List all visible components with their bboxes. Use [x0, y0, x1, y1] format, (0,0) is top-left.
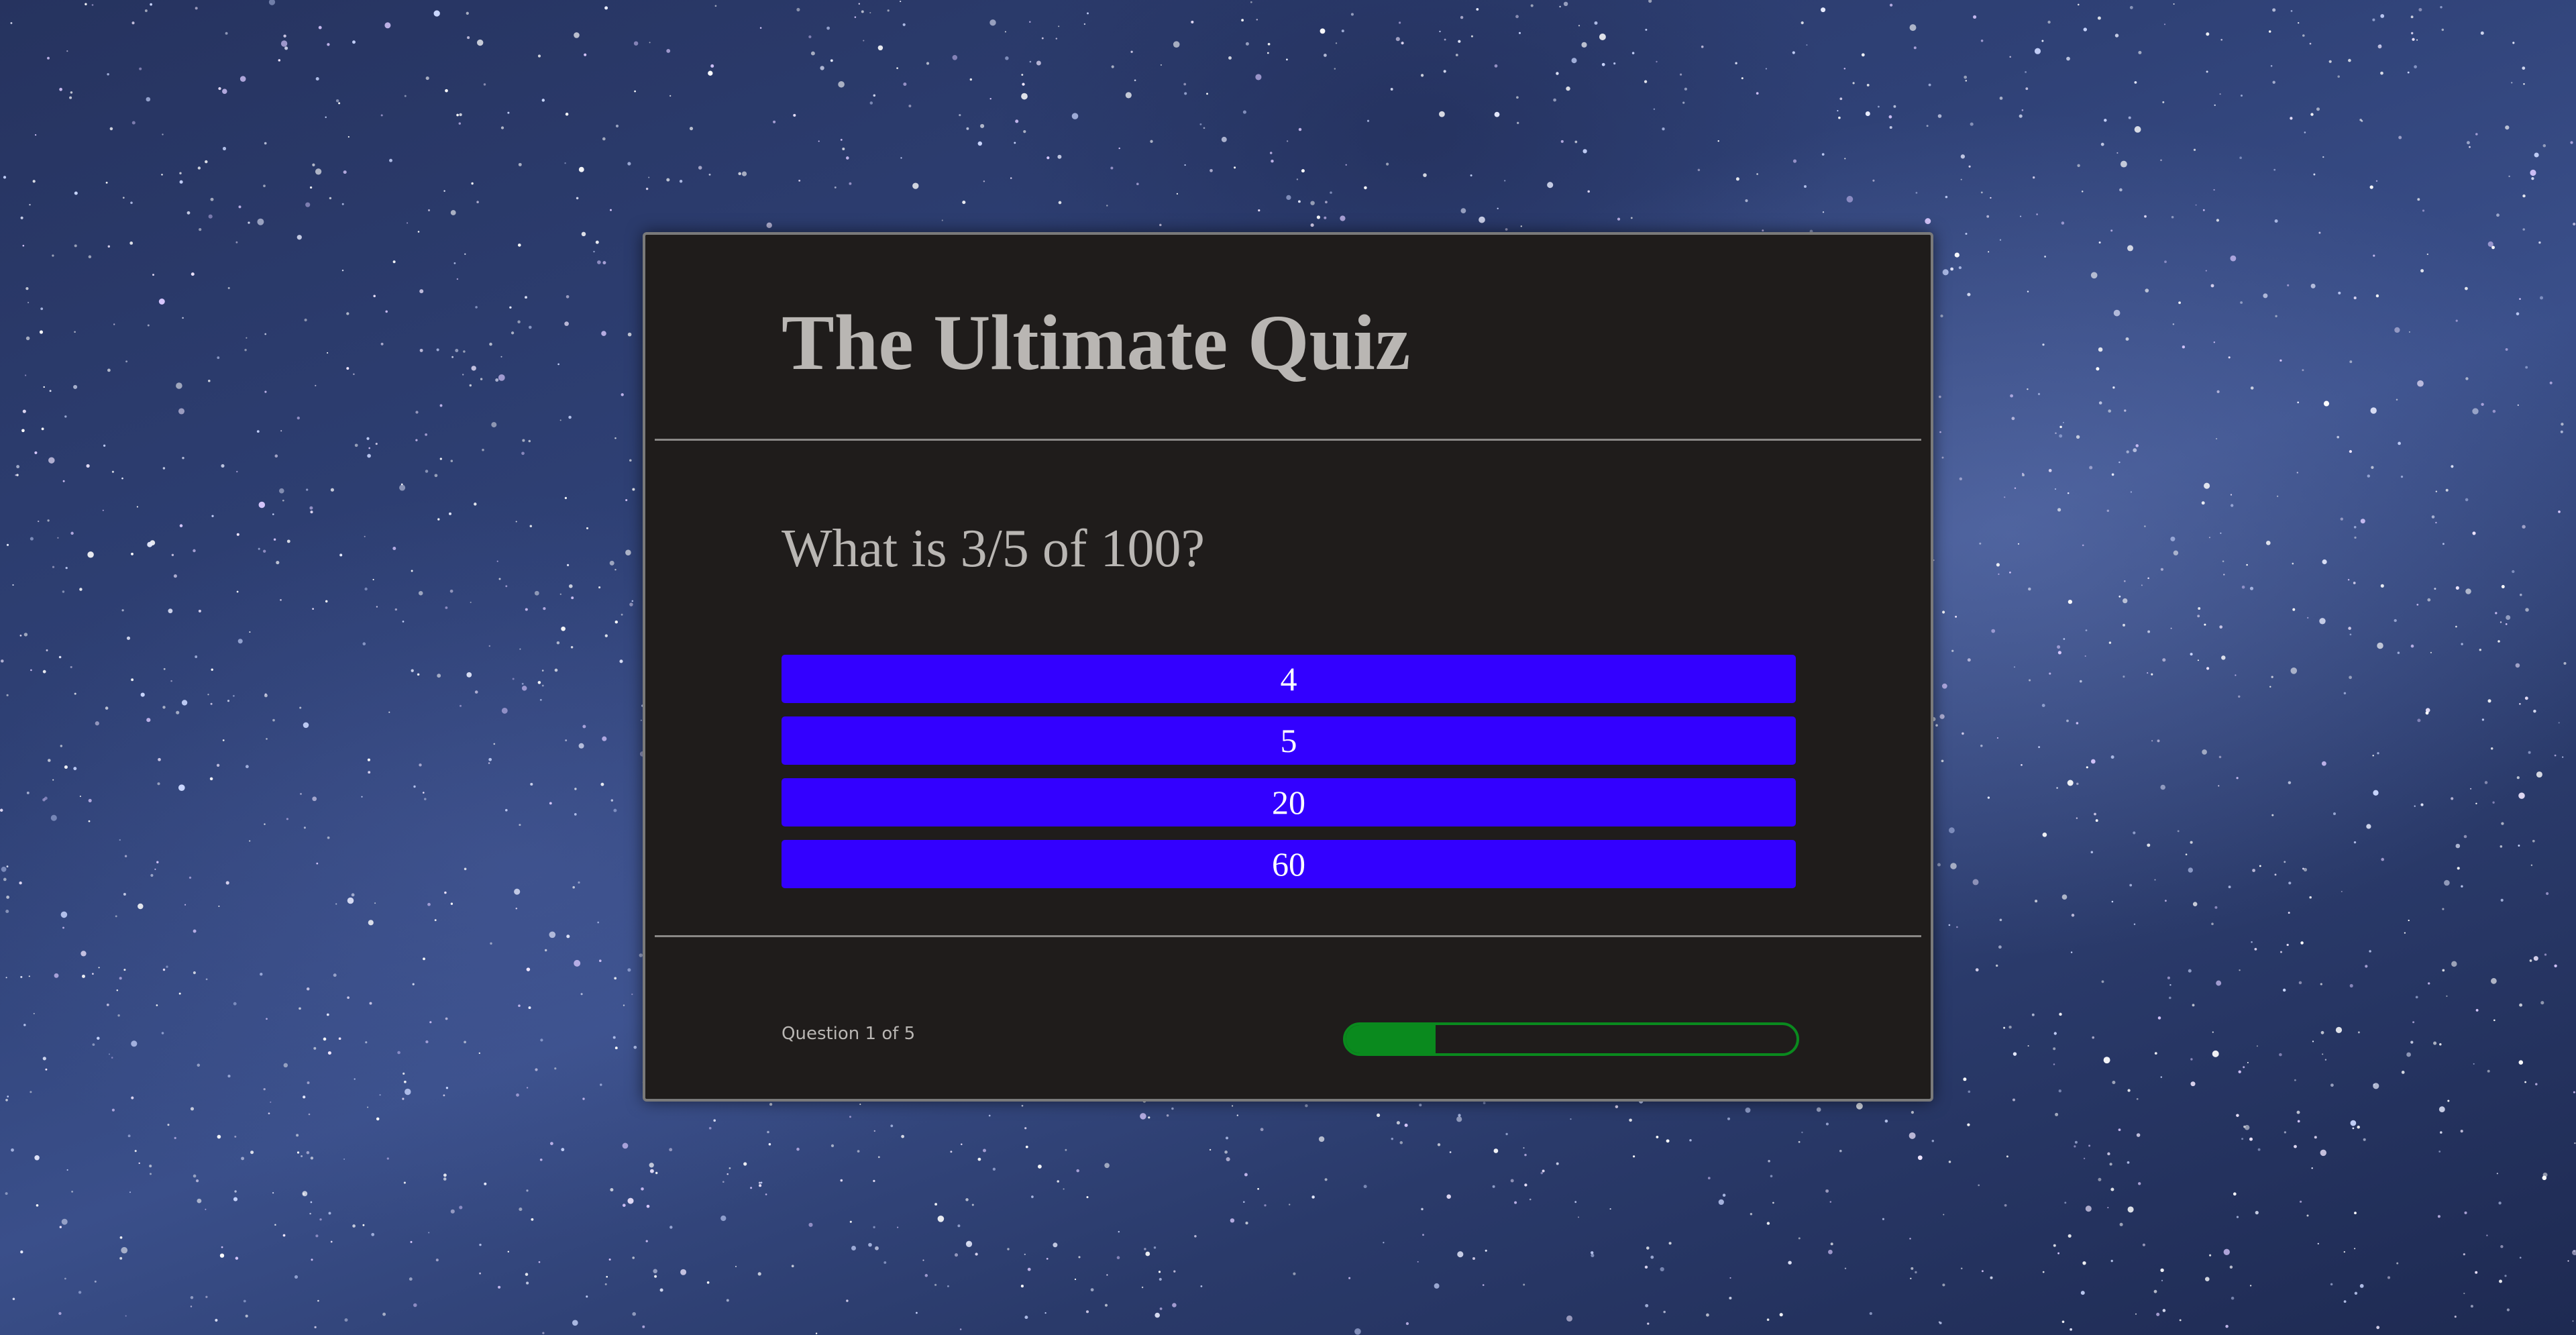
footer-divider: [655, 935, 1921, 937]
answer-button-3[interactable]: 20: [782, 778, 1796, 826]
question-counter: Question 1 of 5: [782, 1024, 916, 1044]
page-title: The Ultimate Quiz: [782, 299, 1411, 386]
answer-button-2[interactable]: 5: [782, 716, 1796, 765]
progress-bar: [1343, 1022, 1799, 1056]
answer-button-4[interactable]: 60: [782, 840, 1796, 888]
answer-button-1[interactable]: 4: [782, 655, 1796, 703]
quiz-card: The Ultimate Quiz What is 3/5 of 100? 4 …: [643, 232, 1933, 1102]
progress-bar-fill: [1346, 1025, 1436, 1053]
question-text: What is 3/5 of 100?: [782, 519, 1205, 578]
header-divider: [655, 439, 1921, 441]
answer-list: 4 5 20 60: [782, 655, 1796, 902]
